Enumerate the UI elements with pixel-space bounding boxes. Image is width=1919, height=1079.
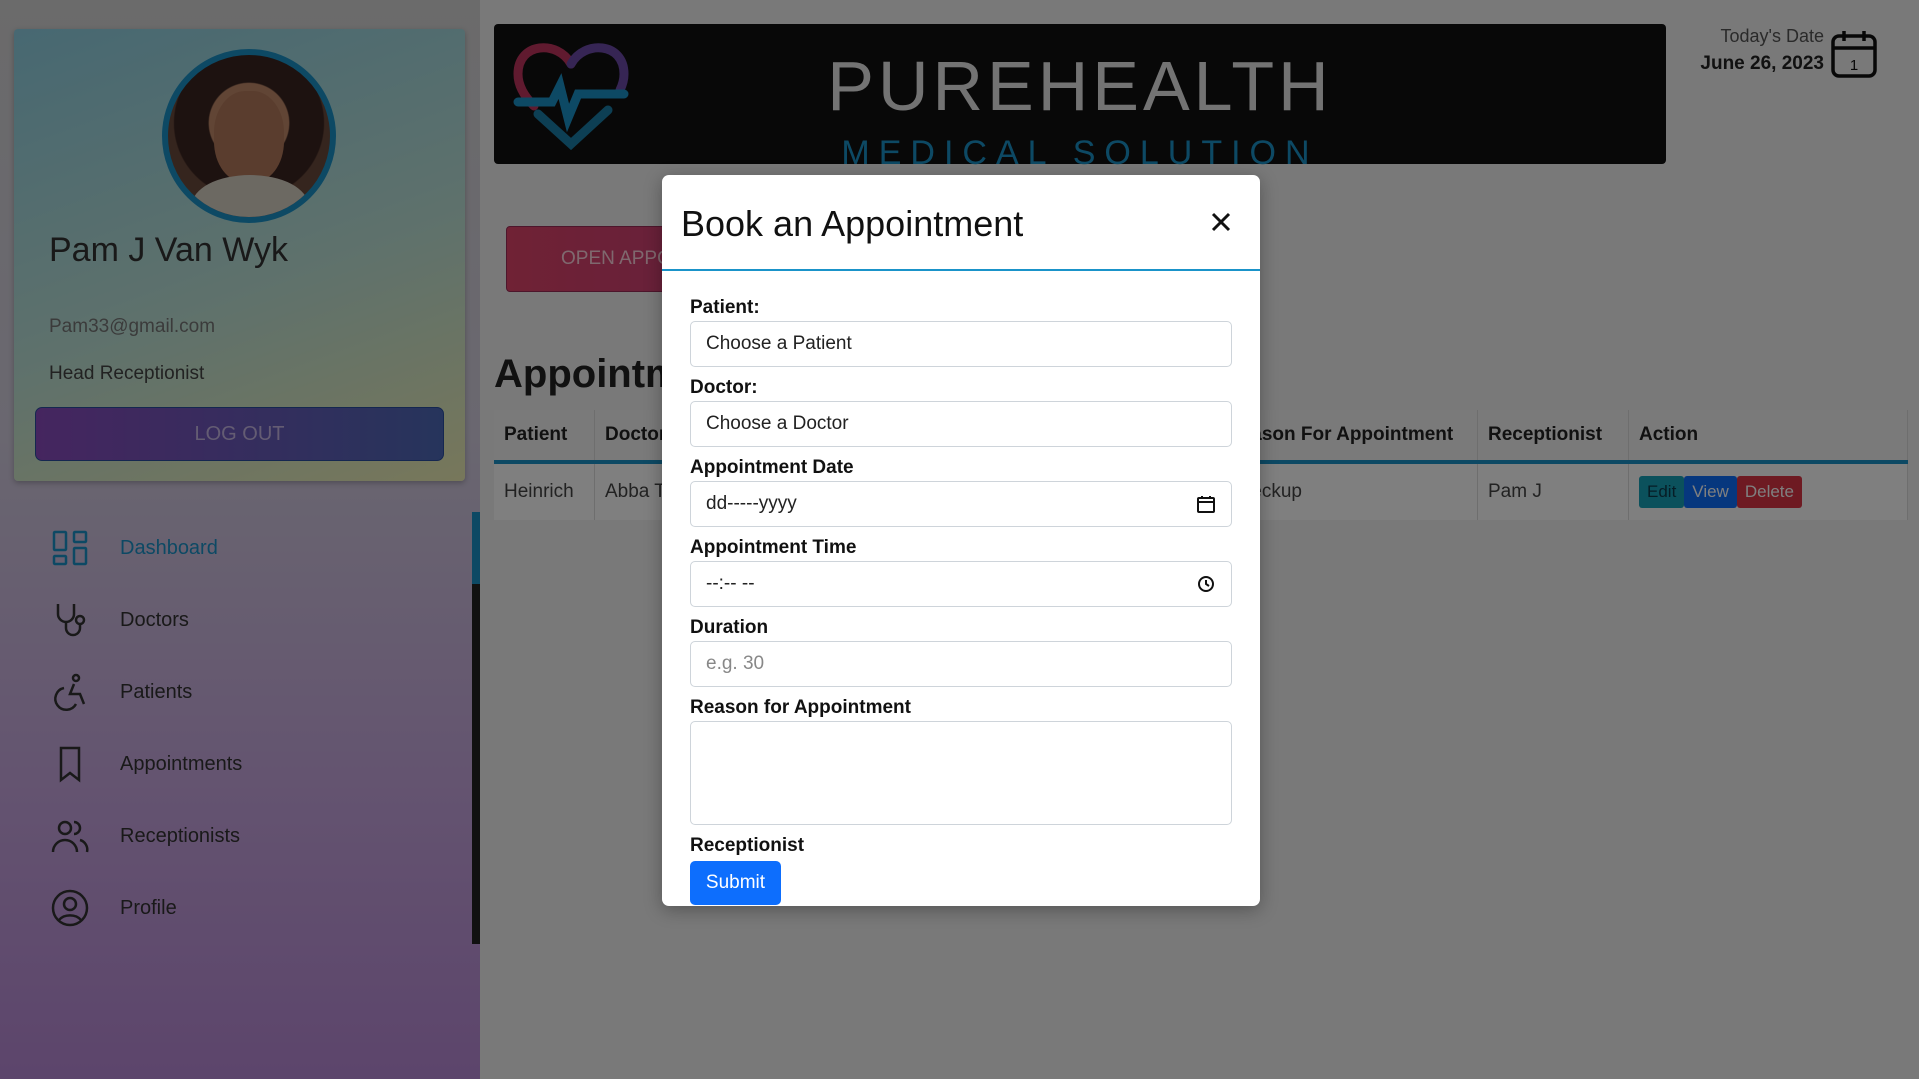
appointment-time-input[interactable]: --:-- -- [690, 561, 1232, 607]
appointment-date-input[interactable]: dd-----yyyy [690, 481, 1232, 527]
doctor-select-value: Choose a Doctor [706, 413, 849, 434]
doctor-select[interactable]: Choose a Doctor [690, 401, 1232, 447]
doctor-label: Doctor: [690, 377, 758, 398]
appointment-form: Patient: Choose a Patient Doctor: Choose… [690, 295, 1232, 905]
book-appointment-modal: Book an Appointment Patient: Choose a Pa… [662, 175, 1260, 906]
submit-button[interactable]: Submit [690, 861, 781, 905]
modal-header: Book an Appointment [662, 175, 1260, 271]
calendar-picker-icon[interactable] [1196, 494, 1216, 514]
patient-label: Patient: [690, 297, 760, 318]
time-input-placeholder: --:-- -- [706, 573, 755, 594]
close-icon[interactable] [1208, 209, 1234, 235]
reason-label: Reason for Appointment [690, 697, 911, 718]
date-field-label: Appointment Date [690, 457, 854, 478]
duration-input[interactable]: e.g. 30 [690, 641, 1232, 687]
reason-textarea[interactable] [690, 721, 1232, 825]
date-input-placeholder: dd-----yyyy [706, 493, 797, 514]
patient-select[interactable]: Choose a Patient [690, 321, 1232, 367]
patient-select-value: Choose a Patient [706, 333, 852, 354]
modal-title: Book an Appointment [681, 203, 1024, 244]
time-field-label: Appointment Time [690, 537, 857, 558]
receptionist-label: Receptionist [690, 835, 805, 856]
clock-icon[interactable] [1196, 574, 1216, 594]
duration-placeholder: e.g. 30 [706, 653, 765, 674]
duration-label: Duration [690, 617, 769, 638]
